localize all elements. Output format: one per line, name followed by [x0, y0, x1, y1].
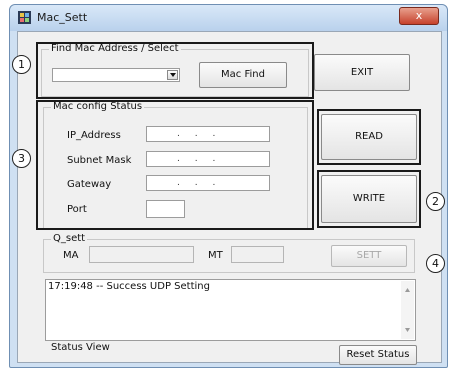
marker-1-number: 1 — [18, 58, 25, 71]
mt-label: MT — [208, 250, 223, 261]
mac-sett-window: Mac_Sett x Find Mac Address / Select Mac… — [9, 4, 448, 368]
status-log-scrollbar[interactable] — [401, 281, 414, 339]
sett-button[interactable]: SETT — [331, 245, 407, 267]
highlight-box-read — [317, 109, 421, 165]
marker-2: 2 — [426, 192, 445, 211]
marker-3-number: 3 — [18, 152, 25, 165]
ma-label: MA — [63, 250, 79, 261]
sett-button-label: SETT — [356, 250, 382, 261]
status-log-line: 17:19:48 -- Success UDP Setting — [48, 281, 210, 292]
highlight-box-3 — [36, 100, 314, 230]
status-view-label: Status View — [51, 342, 110, 353]
highlight-box-write — [317, 170, 421, 228]
marker-4: 4 — [426, 254, 445, 273]
close-icon: x — [415, 9, 423, 22]
close-button[interactable]: x — [399, 7, 439, 25]
title-bar[interactable]: Mac_Sett x — [10, 5, 447, 31]
mt-field[interactable] — [231, 246, 284, 263]
reset-status-button[interactable]: Reset Status — [339, 345, 417, 365]
window-title: Mac_Sett — [37, 11, 88, 24]
exit-button[interactable]: EXIT — [314, 54, 410, 91]
marker-3: 3 — [12, 149, 31, 168]
status-log[interactable]: 17:19:48 -- Success UDP Setting — [45, 279, 416, 341]
app-icon — [18, 11, 31, 24]
marker-2-number: 2 — [432, 195, 439, 208]
exit-button-label: EXIT — [350, 67, 374, 78]
highlight-box-1 — [36, 42, 314, 99]
client-area: Find Mac Address / Select Mac Find EXIT … — [17, 31, 442, 365]
marker-4-number: 4 — [432, 257, 439, 270]
ma-field[interactable] — [89, 246, 194, 263]
marker-1: 1 — [12, 55, 31, 74]
scroll-up-icon — [405, 288, 410, 292]
reset-status-button-label: Reset Status — [346, 349, 410, 360]
scroll-down-icon — [405, 328, 410, 332]
q-sett-group-legend: Q_sett — [51, 233, 88, 244]
